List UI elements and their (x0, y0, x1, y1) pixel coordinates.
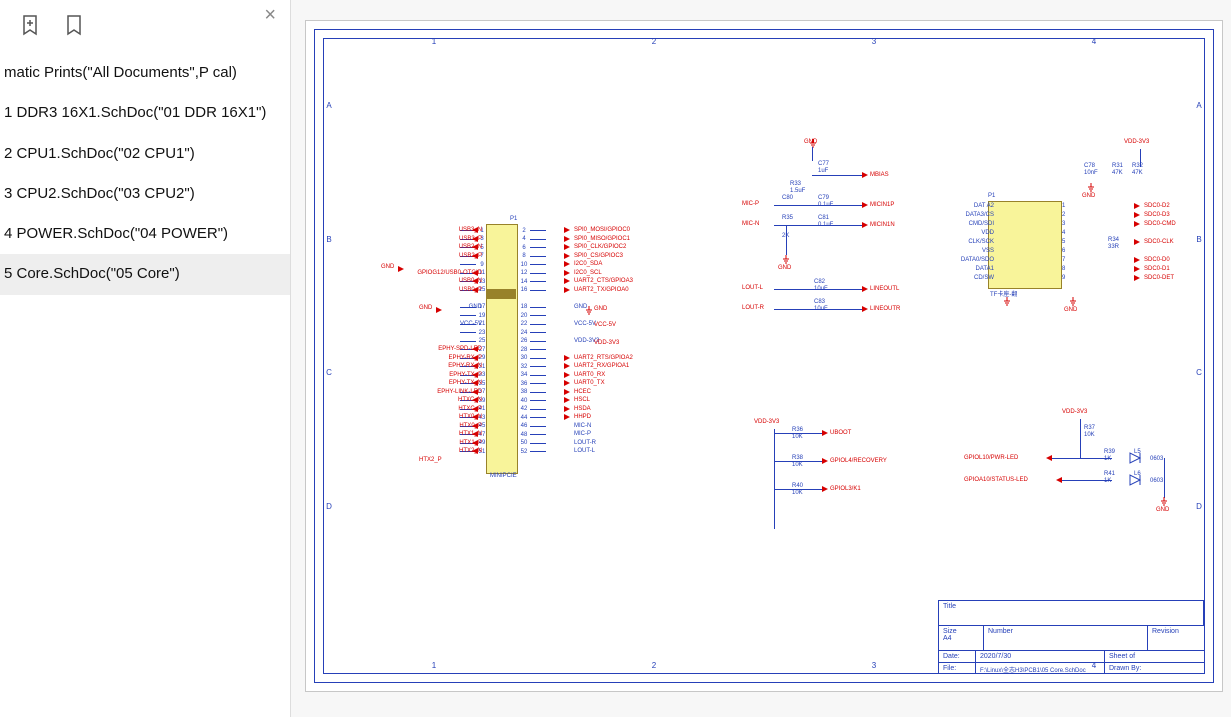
r-vdd: VDD-3V3 (594, 340, 619, 347)
minipcie-name: MINIPCIE (490, 473, 517, 479)
bookmark-icon[interactable] (64, 14, 84, 39)
minipcie-ref: P1 (510, 216, 517, 222)
schematic-sheet[interactable]: 1 2 3 4 1 2 3 4 A B C D (305, 20, 1223, 692)
bookmark-add-icon[interactable] (20, 14, 40, 39)
schematic-workspace: 1 2 3 4 1 2 3 4 A B C D (291, 0, 1231, 717)
tb-title: Title (939, 601, 1204, 625)
nav-item-ddr3[interactable]: 1 DDR3 16X1.SchDoc("01 DDR 16X1") (0, 93, 290, 133)
nav-item-cpu1[interactable]: 2 CPU1.SchDoc("02 CPU1") (0, 134, 290, 174)
nav-item-cpu2[interactable]: 3 CPU2.SchDoc("03 CPU2") (0, 174, 290, 214)
minipcie-chip (486, 224, 518, 474)
gnd-stub: GND (381, 264, 394, 271)
leds-cluster: VDD-3V3 R37 10K GPIOL10/PWR-LED R39 1K L… (964, 409, 1184, 549)
bookmark-list: matic Prints("All Documents",P cal) 1 DD… (0, 53, 290, 295)
r-vcc: VCC-5V (594, 322, 616, 329)
close-icon[interactable]: × (264, 4, 276, 27)
r-gnd: GND (594, 306, 607, 313)
buttons-cluster: VDD-3V3 R36 10K UBOOT R38 10K GPIOL4/ (744, 419, 904, 539)
nav-item-core[interactable]: 5 Core.SchDoc("05 Core") (0, 254, 290, 294)
title-block: Title Size A4 Number Revision Date: (938, 600, 1204, 673)
nav-sidebar: × matic Prints("All Documents",P cal) 1 … (0, 0, 291, 717)
nav-item-power[interactable]: 4 POWER.SchDoc("04 POWER") (0, 214, 290, 254)
row-marks-left: A B C D (322, 39, 336, 573)
nav-item-schematic-prints[interactable]: matic Prints("All Documents",P cal) (0, 53, 290, 93)
htx2p: HTX2_P (419, 457, 442, 464)
minipcie-gnd-left: GND (419, 305, 432, 312)
row-marks-right: A B C D (1192, 39, 1206, 573)
col-marks-top: 1 2 3 4 (324, 37, 1204, 51)
audio-cluster: GND C77 1uF MBIAS R33 1.5uF MIC-P (734, 139, 894, 349)
sd-cluster: VDD-3V3 C78 10nF R31 47K R32 47K GND P1 (974, 139, 1194, 319)
